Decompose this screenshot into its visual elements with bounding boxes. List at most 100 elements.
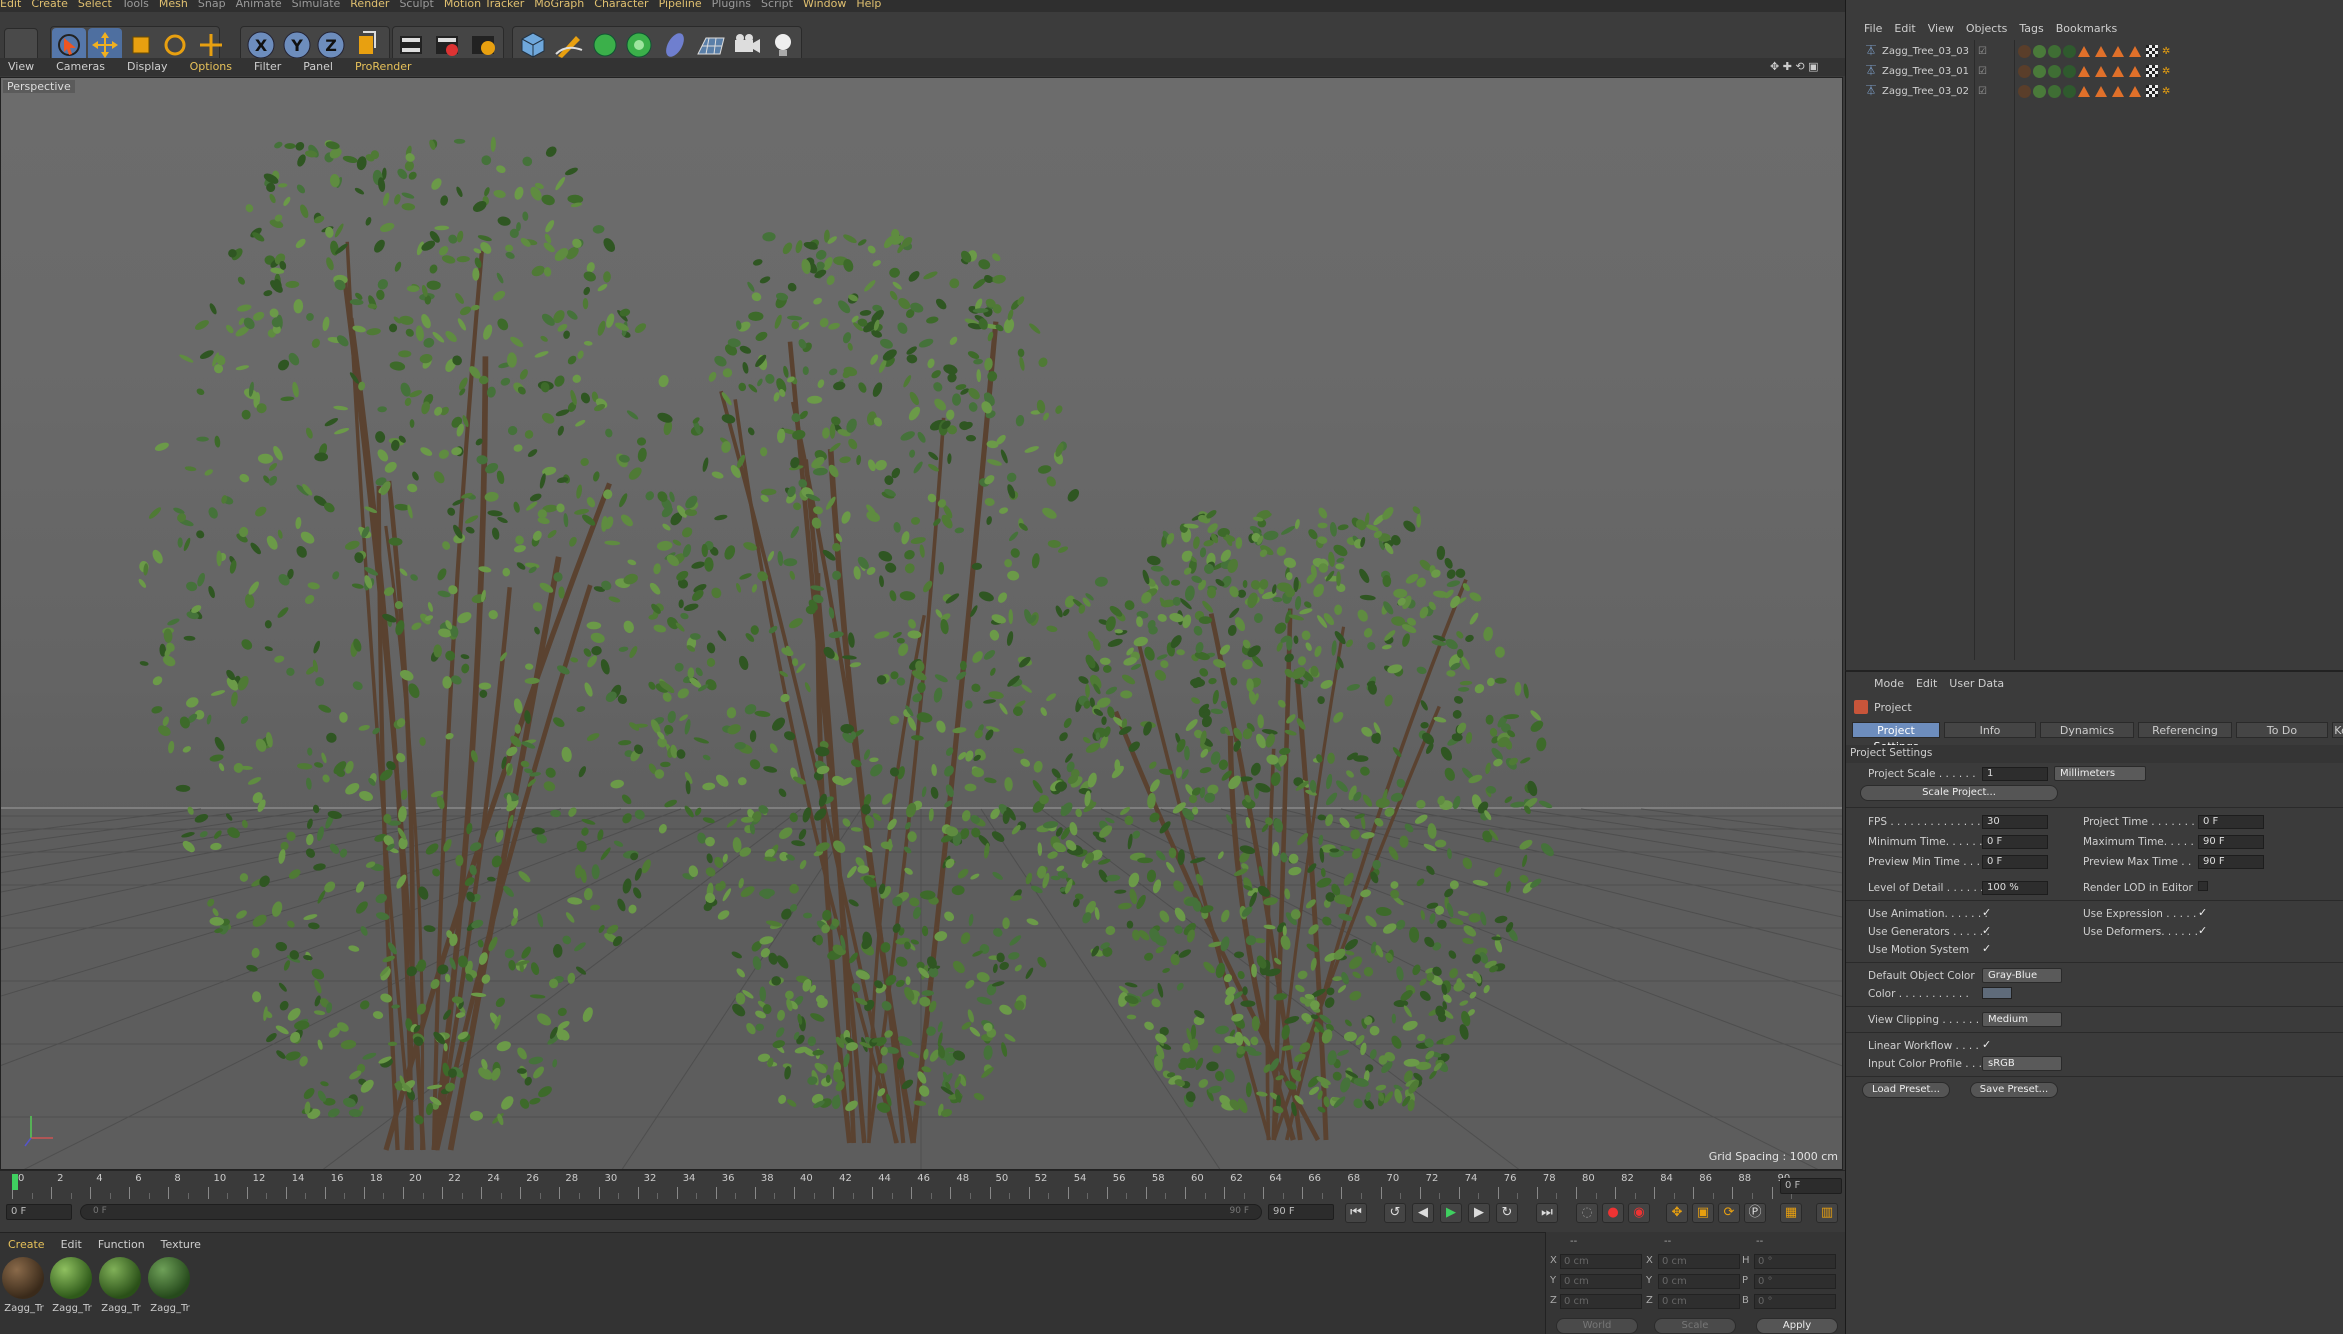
cube-icon[interactable] [516,28,550,62]
rotate-tool-icon[interactable] [158,28,192,62]
menu-plugins[interactable]: Plugins [712,0,751,9]
material-thumb-leaf-1[interactable] [50,1257,92,1299]
key-rotation-icon[interactable]: ⟳ [1718,1203,1740,1223]
tab-project-settings[interactable]: Project Settings [1852,722,1940,753]
view-clipping-dropdown[interactable]: Medium [1982,1012,2062,1027]
menu-mograph[interactable]: MoGraph [534,0,584,9]
save-preset-button[interactable]: Save Preset... [1970,1082,2058,1098]
object-menu-bookmarks[interactable]: Bookmarks [2056,22,2117,35]
project-scale-input[interactable]: 1 [1982,767,2048,781]
project-scale-unit-dropdown[interactable]: Millimeters [2054,766,2146,781]
coord-field[interactable]: 0 cm [1658,1274,1740,1289]
menu-pipeline[interactable]: Pipeline [659,0,702,9]
scale-project-button[interactable]: Scale Project... [1860,785,2058,801]
motion-record-icon[interactable]: ◌ [1576,1203,1598,1223]
play-icon[interactable]: ▶ [1440,1203,1462,1223]
key-pla-icon[interactable]: ▦ [1780,1203,1802,1223]
cloner-icon[interactable] [622,28,656,62]
coordinate-system-icon[interactable] [350,28,384,62]
start-frame-field[interactable]: 0 F [6,1204,72,1220]
object-menu-edit[interactable]: Edit [1894,22,1915,35]
pen-spline-icon[interactable] [552,28,586,62]
object-row[interactable]: ⏄ Zagg_Tree_03_03 ☑ ✲ [1846,42,2343,61]
material-menu-create[interactable]: Create [8,1238,45,1251]
y-axis-lock-icon[interactable]: Y [280,28,314,62]
render-settings-icon[interactable] [466,28,500,62]
next-frame-icon[interactable]: ▶ [1468,1203,1490,1223]
coord-field[interactable]: 0 ° [1754,1294,1836,1309]
object-menu-objects[interactable]: Objects [1966,22,2008,35]
prev-frame-icon[interactable]: ◀ [1412,1203,1434,1223]
tab-dynamics[interactable]: Dynamics [2040,722,2134,738]
menu-mesh[interactable]: Mesh [159,0,188,9]
key-position-icon[interactable]: ✥ [1666,1203,1688,1223]
scale-dropdown[interactable]: Scale [1654,1318,1736,1334]
floor-grid-icon[interactable] [694,28,728,62]
next-key-icon[interactable]: ↻ [1496,1203,1518,1223]
use-expression-checkbox[interactable]: ✓ [2198,906,2207,919]
prev-key-icon[interactable]: ↺ [1384,1203,1406,1223]
project-time-input[interactable]: 0 F [2198,815,2264,829]
input-color-profile-dropdown[interactable]: sRGB [1982,1056,2062,1071]
menu-edit[interactable]: Edit [0,0,21,9]
attribute-menu-edit[interactable]: Edit [1916,677,1937,690]
scale-tool-icon[interactable] [124,28,158,62]
menu-select[interactable]: Select [78,0,112,9]
visibility-icon[interactable]: ☑ [1978,82,1987,101]
coord-field[interactable]: 0 cm [1560,1254,1642,1269]
linear-workflow-checkbox[interactable]: ✓ [1982,1038,1991,1051]
attribute-menu-user-data[interactable]: User Data [1949,677,2004,690]
viewport-menu-filter[interactable]: Filter [254,60,281,73]
x-axis-lock-icon[interactable]: X [244,28,278,62]
menu-tools[interactable]: Tools [122,0,149,9]
menu-animate[interactable]: Animate [236,0,282,9]
use-animation-checkbox[interactable]: ✓ [1982,906,1991,919]
menu-window[interactable]: Window [803,0,846,9]
record-icon[interactable]: ● [1602,1203,1624,1223]
material-menu-edit[interactable]: Edit [61,1238,82,1251]
preview-max-input[interactable]: 90 F [2198,855,2264,869]
go-to-start-icon[interactable]: ⏮ [1345,1203,1367,1223]
lod-input[interactable]: 100 % [1982,881,2048,895]
menu-render[interactable]: Render [350,0,389,9]
menu-script[interactable]: Script [761,0,793,9]
menu-character[interactable]: Character [594,0,648,9]
coord-field[interactable]: 0 ° [1754,1274,1836,1289]
visibility-icon[interactable]: ☑ [1978,62,1987,81]
go-to-end-icon[interactable]: ⏭ [1536,1203,1558,1223]
current-frame-field[interactable]: 0 F [1780,1178,1842,1194]
fps-input[interactable]: 30 [1982,815,2048,829]
viewport-nav-icons[interactable]: ✥ ✚ ⟲ ▣ [1770,60,1840,74]
playhead[interactable] [12,1174,18,1190]
attribute-menu-mode[interactable]: Mode [1874,677,1904,690]
menu-sculpt[interactable]: Sculpt [399,0,433,9]
preview-min-input[interactable]: 0 F [1982,855,2048,869]
object-menu-view[interactable]: View [1928,22,1954,35]
material-thumb-bark[interactable] [2,1257,44,1299]
color-swatch[interactable] [1982,987,2012,999]
use-deformers-checkbox[interactable]: ✓ [2198,924,2207,937]
max-time-input[interactable]: 90 F [2198,835,2264,849]
menu-create[interactable]: Create [31,0,68,9]
range-slider[interactable]: 0 F 90 F [80,1204,1262,1220]
menu-help[interactable]: Help [856,0,881,9]
material-menu-texture[interactable]: Texture [161,1238,201,1251]
select-tool-icon[interactable] [52,28,86,62]
timeline-ruler[interactable]: 0 2 4 6 8 10 12 14 16 18 20 22 24 26 28 30 32 34 36 38 40 42 4… [0,1170,1845,1200]
camera-icon[interactable] [730,28,764,62]
tab-info[interactable]: Info [1944,722,2036,738]
z-axis-lock-icon[interactable]: Z [314,28,348,62]
live-selection-icon[interactable] [194,28,228,62]
3d-viewport[interactable]: Perspective Grid Spacing : 1000 cm [0,77,1843,1170]
coord-field[interactable]: 0 cm [1658,1254,1740,1269]
menu-simulate[interactable]: Simulate [292,0,341,9]
tab-referencing[interactable]: Referencing [2138,722,2232,738]
render-picture-viewer-icon[interactable] [430,28,464,62]
min-time-input[interactable]: 0 F [1982,835,2048,849]
load-preset-button[interactable]: Load Preset... [1862,1082,1950,1098]
material-menu-function[interactable]: Function [98,1238,145,1251]
key-parameter-icon[interactable]: Ⓟ [1744,1203,1766,1223]
apply-button[interactable]: Apply [1756,1318,1838,1334]
material-thumb-leaf-2[interactable] [99,1257,141,1299]
deformer-icon[interactable] [658,28,692,62]
